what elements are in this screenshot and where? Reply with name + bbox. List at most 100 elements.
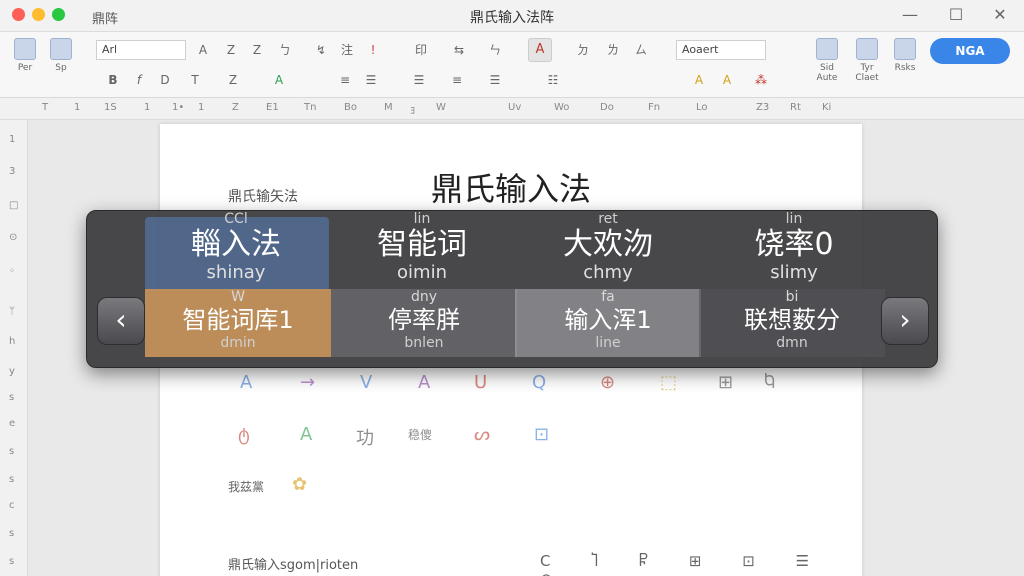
ribbon-tool[interactable]: ! xyxy=(364,42,382,58)
bottom-toolbar: C Ⴈ Ⴜ ⊞ ⊡ ☰ ⊙ xyxy=(540,552,862,576)
highlight-button[interactable]: A xyxy=(690,72,708,88)
ruler-mark: Bo xyxy=(344,102,357,113)
align-right-button[interactable]: ☰ xyxy=(486,72,504,88)
format-painter-button[interactable]: Sp xyxy=(44,38,78,73)
paste-button[interactable]: Per xyxy=(8,38,42,73)
chevron-left-icon: ‹ xyxy=(115,303,127,336)
frame-icon[interactable]: ⊡ xyxy=(534,424,549,445)
ruler-mark: s xyxy=(9,446,15,457)
tool-icon[interactable]: Ⴈ xyxy=(591,552,616,570)
font-color-button[interactable]: A xyxy=(270,72,288,88)
ruler-mark: s xyxy=(9,556,15,567)
ruler-mark: 1• xyxy=(172,102,185,113)
style-icon[interactable]: 稳傻 xyxy=(408,426,432,443)
candidate-bottom-1[interactable]: W 智能词库1 dmin xyxy=(145,289,331,357)
type-chart-button[interactable]: Tyr Claet xyxy=(850,38,884,83)
ruler-mark: ﾖ xyxy=(410,106,415,117)
ribbon-tool[interactable]: ㄉ xyxy=(574,42,592,58)
search-icon[interactable]: Q xyxy=(532,372,546,393)
ribbon-tool[interactable]: 印 xyxy=(412,42,430,58)
ribbon-tool[interactable]: ㄌ xyxy=(604,42,622,58)
shade-button[interactable]: A xyxy=(718,72,736,88)
ribbon-tool[interactable]: ⇆ xyxy=(450,42,468,58)
chart-icon xyxy=(856,38,878,60)
ruler-mark: h xyxy=(9,336,16,347)
ruler-mark: Z xyxy=(232,102,239,113)
arrow-icon[interactable]: → xyxy=(300,372,315,393)
folder-icon[interactable]: ⬚ xyxy=(660,372,677,393)
function-icon[interactable]: 功 xyxy=(356,424,374,450)
window-title: 鼎氏输入法阵 xyxy=(470,10,554,26)
ruler-mark: c xyxy=(9,500,15,511)
next-page-button[interactable]: › xyxy=(881,297,929,345)
font-icon[interactable]: A xyxy=(418,372,430,393)
ruler-mark: e xyxy=(9,418,16,429)
minimize-icon[interactable]: — xyxy=(900,5,920,24)
side-pane-button[interactable]: Sid Aute xyxy=(810,38,844,83)
bullets-button[interactable]: ≡ xyxy=(336,72,354,88)
risks-button[interactable]: Rsks xyxy=(888,38,922,73)
tool-icon[interactable]: ⊙ xyxy=(540,570,571,576)
ruler-mark: Do xyxy=(600,102,614,113)
text-effect-button[interactable]: T xyxy=(186,72,204,88)
ribbon-tool[interactable]: Z xyxy=(248,42,266,58)
font-color-highlight-button[interactable]: A xyxy=(528,38,552,62)
restore-icon[interactable]: ☐ xyxy=(946,5,966,24)
stamp-icon[interactable]: Ⴉ xyxy=(764,372,775,393)
italic-button[interactable]: f xyxy=(130,72,148,88)
emblem-icon[interactable]: ⊕ xyxy=(600,372,615,393)
insert-icon[interactable]: A xyxy=(240,372,252,393)
ribbon-tool[interactable]: Z xyxy=(222,42,240,58)
candidate-bottom-3[interactable]: fa 输入浑1 line xyxy=(515,289,701,357)
align-center-button[interactable]: ≡ xyxy=(448,72,466,88)
tool-icon[interactable]: C xyxy=(540,552,568,570)
text-color-icon[interactable]: A xyxy=(300,424,312,445)
ruler-mark: s xyxy=(9,528,15,539)
symbol-button[interactable]: ⁂ xyxy=(752,72,770,88)
candidate-bottom-2[interactable]: dny 停率羘 bnlen xyxy=(331,289,517,357)
underline-button[interactable]: D xyxy=(156,72,174,88)
numbering-button[interactable]: ☰ xyxy=(362,72,380,88)
strike-button[interactable]: Z xyxy=(224,72,242,88)
horizontal-ruler[interactable]: T 1 1S 1 1• 1 Z E1 Tn Bo M ﾖ W Uv Wo Do … xyxy=(0,98,1024,120)
style-select[interactable]: Aoaert xyxy=(676,40,766,60)
nga-button[interactable]: NGA xyxy=(930,38,1010,64)
tool-icon[interactable]: ☰ xyxy=(796,552,827,570)
bold-button[interactable]: B xyxy=(104,72,122,88)
chevron-right-icon: › xyxy=(899,303,911,336)
candidate-bottom-4[interactable]: bi 联想薮分 dmn xyxy=(699,289,885,357)
font-family-select[interactable]: Arl xyxy=(96,40,186,60)
tool-icon[interactable]: ⊞ xyxy=(689,552,720,570)
candidate-top-3[interactable]: ret 大欢沕 chmy xyxy=(515,211,701,289)
candidate-top-4[interactable]: lin 饶率0 slimy xyxy=(701,211,887,289)
magnet-icon[interactable]: U xyxy=(474,372,487,393)
columns-button[interactable]: ☷ xyxy=(544,72,562,88)
ruler-mark: M xyxy=(384,102,393,113)
ribbon-tool[interactable]: ㄅ xyxy=(276,42,294,58)
paint-icon[interactable]: ტ xyxy=(238,424,250,445)
palette-icon[interactable]: ✿ xyxy=(292,474,307,495)
ribbon-tool[interactable]: 注 xyxy=(338,42,356,58)
tool-icon[interactable]: ⊡ xyxy=(742,552,773,570)
ribbon-tool[interactable]: ㄙ xyxy=(632,42,650,58)
side-pane-icon xyxy=(816,38,838,60)
previous-page-button[interactable]: ‹ xyxy=(97,297,145,345)
close-icon[interactable]: ✕ xyxy=(990,5,1010,24)
ruler-mark: 1S xyxy=(104,102,117,113)
ribbon-tool[interactable]: ㄣ xyxy=(486,42,504,58)
link-icon[interactable]: ᔕ xyxy=(474,424,490,445)
vertical-ruler[interactable]: 1 3 □ ⊙ ◦ ᛘ h y s e s s c s s xyxy=(0,120,28,576)
ruler-mark: W xyxy=(436,102,446,113)
ruler-mark: Rt xyxy=(790,102,801,113)
ribbon-tool[interactable]: A xyxy=(194,42,212,58)
align-left-button[interactable]: ☰ xyxy=(410,72,428,88)
paste-icon xyxy=(14,38,36,60)
ruler-mark: Wo xyxy=(554,102,570,113)
candidate-top-1[interactable]: CCl 輜入法 shinay xyxy=(143,211,329,289)
check-icon[interactable]: V xyxy=(360,372,372,393)
candidate-top-2[interactable]: lin 智能词 oimin xyxy=(329,211,515,289)
grid-icon[interactable]: ⊞ xyxy=(718,372,733,393)
ribbon-tool[interactable]: ↯ xyxy=(312,42,330,58)
candidate-row-2: W 智能词库1 dmin dny 停率羘 bnlen fa 输入浑1 line … xyxy=(87,289,937,357)
tool-icon[interactable]: Ⴜ xyxy=(639,552,666,570)
